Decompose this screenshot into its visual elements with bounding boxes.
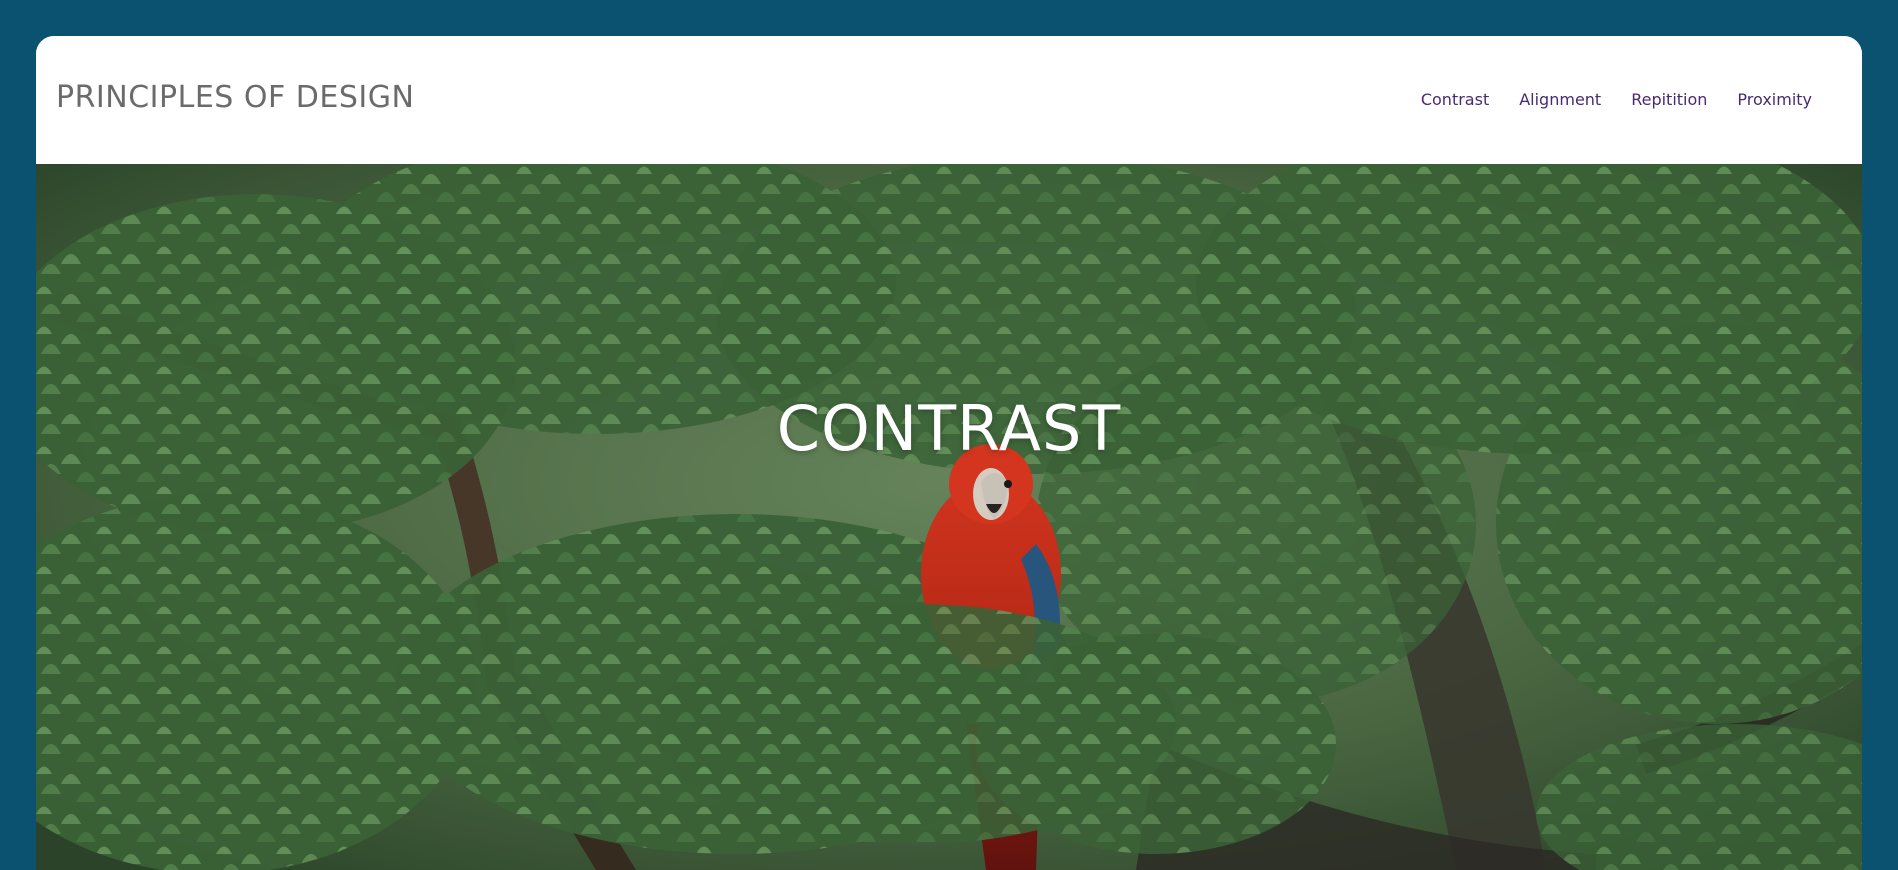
hero-section: CONTRAST (36, 164, 1862, 870)
main-nav: Contrast Alignment Repitition Proximity (1421, 90, 1812, 109)
page-frame: PRINCIPLES OF DESIGN Contrast Alignment … (36, 36, 1862, 870)
site-title[interactable]: PRINCIPLES OF DESIGN (56, 80, 414, 115)
nav-link-proximity[interactable]: Proximity (1737, 90, 1812, 109)
hero-photo (36, 164, 1862, 870)
nav-link-contrast[interactable]: Contrast (1421, 90, 1489, 109)
nav-link-repitition[interactable]: Repitition (1631, 90, 1707, 109)
hero-title: CONTRAST (776, 392, 1122, 465)
site-header: PRINCIPLES OF DESIGN Contrast Alignment … (36, 36, 1862, 164)
nav-link-alignment[interactable]: Alignment (1519, 90, 1601, 109)
